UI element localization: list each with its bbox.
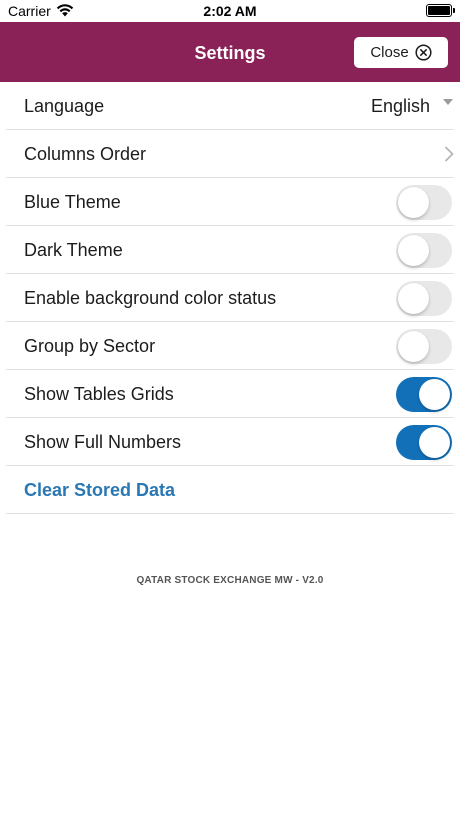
close-button-label: Close [370,44,409,61]
chevron-right-icon [445,146,454,162]
show-tables-grids-row: Show Tables Grids [6,370,454,418]
header-bar: Settings Close [0,22,460,82]
group-by-sector-toggle[interactable] [396,329,452,364]
background-color-status-label: Enable background color status [24,288,277,308]
group-by-sector-row: Group by Sector [6,322,454,370]
columns-order-label: Columns Order [24,144,147,164]
toggle-knob [398,331,429,362]
show-full-numbers-row: Show Full Numbers [6,418,454,466]
clear-stored-data-row: Clear Stored Data [6,466,454,514]
toggle-knob [398,283,429,314]
clear-stored-data-button[interactable]: Clear Stored Data [24,466,175,514]
version-footer: QATAR STOCK EXCHANGE MW - V2.0 [136,575,324,586]
dark-theme-row: Dark Theme [6,226,454,274]
language-row[interactable]: Language English [6,82,454,130]
blue-theme-toggle[interactable] [396,185,452,220]
close-button[interactable]: Close [354,37,448,68]
toggle-knob [419,379,450,410]
caret-down-icon [443,99,453,105]
background-color-status-row: Enable background color status [6,274,454,322]
status-bar: Carrier 2:02 AM [0,0,460,22]
close-icon [415,44,432,61]
toggle-knob [398,235,429,266]
language-label: Language [24,96,105,116]
group-by-sector-label: Group by Sector [24,336,156,356]
blue-theme-label: Blue Theme [24,192,121,212]
blue-theme-row: Blue Theme [6,178,454,226]
background-color-status-toggle[interactable] [396,281,452,316]
language-value[interactable]: English [371,82,430,130]
status-time: 2:02 AM [203,3,257,19]
show-full-numbers-label: Show Full Numbers [24,432,182,452]
show-tables-grids-label: Show Tables Grids [24,384,174,404]
settings-list: Language English Columns Order Blue Them… [0,82,460,514]
toggle-knob [419,427,450,458]
dark-theme-label: Dark Theme [24,240,123,260]
toggle-knob [398,187,429,218]
show-full-numbers-toggle[interactable] [396,425,452,460]
show-tables-grids-toggle[interactable] [396,377,452,412]
columns-order-row[interactable]: Columns Order [6,130,454,178]
battery-icon [426,4,455,17]
dark-theme-toggle[interactable] [396,233,452,268]
